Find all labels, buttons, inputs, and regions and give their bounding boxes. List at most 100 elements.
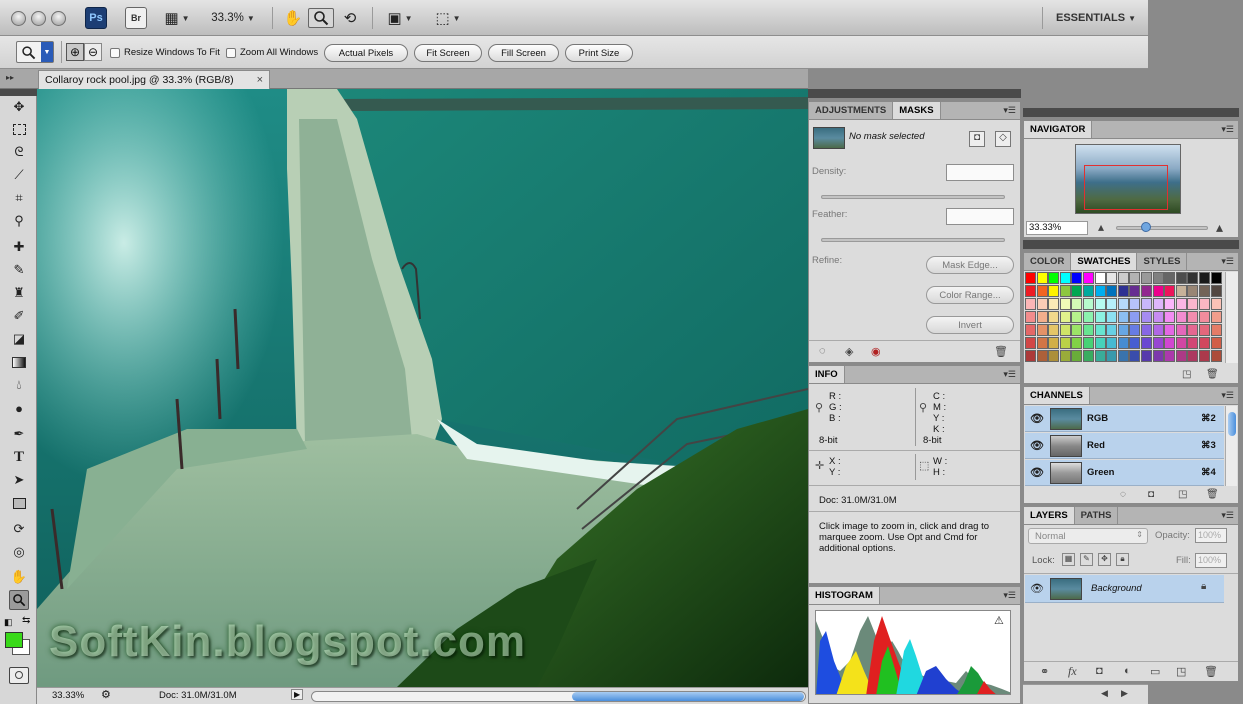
panel-menu-icon[interactable]: ▾☰ [1003,369,1016,380]
color-swatch[interactable] [1106,285,1118,297]
layer-style-icon[interactable]: fx [1068,664,1077,679]
scroll-right-icon[interactable]: ▶ [1121,688,1128,699]
disable-mask-icon[interactable]: ◉ [871,345,881,358]
color-swatch[interactable] [1129,337,1141,349]
vector-mask-icon[interactable]: ◇ [995,131,1011,147]
color-swatch[interactable] [1187,337,1199,349]
color-swatch[interactable] [1048,272,1060,284]
color-swatch[interactable] [1083,337,1094,349]
color-swatch[interactable] [1094,285,1106,297]
zoom-in-icon[interactable]: ⊕ [66,43,84,61]
color-swatch[interactable] [1059,324,1071,336]
panel-menu-icon[interactable]: ▾☰ [1003,105,1016,116]
hand-tool-icon[interactable]: ✋ [9,567,29,587]
color-swatch[interactable] [1025,324,1036,336]
color-swatch[interactable] [1094,298,1106,310]
hand-tool-icon[interactable]: ✋ [283,8,303,28]
marquee-tool-icon[interactable] [9,119,29,139]
color-swatch[interactable] [1117,324,1129,336]
eye-icon[interactable]: 👁︎ [1028,466,1046,479]
color-swatch[interactable] [1117,311,1129,323]
color-swatch[interactable] [1129,324,1141,336]
zoom-tool-icon[interactable] [9,590,29,610]
lock-transparency-icon[interactable]: ▦ [1062,553,1075,566]
status-zoom[interactable]: 33.33% [52,690,84,701]
tab-paths[interactable]: PATHS [1075,507,1119,524]
eyedropper-tool-icon[interactable]: ⚲ [9,211,29,231]
color-swatch[interactable] [1210,272,1222,284]
color-swatch[interactable] [1187,285,1199,297]
scrollbar-thumb[interactable] [1228,412,1236,436]
color-swatch[interactable] [1083,285,1094,297]
panel-dock-header[interactable] [1023,240,1239,249]
color-swatch[interactable] [1025,337,1036,349]
color-swatch[interactable] [1094,350,1106,362]
load-selection-icon[interactable]: ◌ [819,345,826,357]
color-swatch[interactable] [1094,272,1106,284]
color-swatch[interactable] [1152,272,1164,284]
pixel-mask-icon[interactable]: ◘ [969,131,985,147]
tab-styles[interactable]: STYLES [1137,253,1188,270]
save-selection-icon[interactable]: ◘ [1148,489,1154,500]
color-swatch[interactable] [1036,337,1048,349]
color-swatch[interactable] [1025,311,1036,323]
color-swatch[interactable] [1199,311,1210,323]
color-swatch[interactable] [1175,285,1187,297]
zoom-level-dropdown[interactable]: 33.3% ▼ [206,8,260,28]
color-swatch[interactable] [1141,350,1152,362]
resize-windows-checkbox[interactable]: Resize Windows To Fit [110,47,220,58]
tab-adjustments[interactable]: ADJUSTMENTS [809,102,894,119]
link-layers-icon[interactable]: ⚭ [1040,665,1049,678]
color-swatch[interactable] [1048,324,1060,336]
color-swatch[interactable] [1048,350,1060,362]
color-swatch[interactable] [1117,285,1129,297]
blur-tool-icon[interactable]: 💧︎ [9,375,29,395]
color-swatch[interactable] [1025,350,1036,362]
foreground-color-swatch[interactable] [5,632,23,648]
channel-row-red[interactable]: 👁︎ Red ⌘3 [1025,433,1224,459]
fill-field[interactable]: 100% [1195,553,1227,568]
close-document-icon[interactable]: × [257,74,263,86]
color-swatch[interactable] [1129,285,1141,297]
zoom-all-windows-checkbox[interactable]: Zoom All Windows [226,47,318,58]
color-swatch[interactable] [1025,298,1036,310]
color-swatch[interactable] [1164,311,1176,323]
color-swatch[interactable] [1175,324,1187,336]
color-swatch[interactable] [1083,324,1094,336]
tab-layers[interactable]: LAYERS [1024,507,1075,524]
color-swatch[interactable] [1210,298,1222,310]
color-swatch[interactable] [1071,272,1083,284]
quick-selection-tool-icon[interactable]: ⟋ [9,165,29,185]
color-swatch[interactable] [1048,285,1060,297]
trash-icon[interactable]: 🗑︎ [1206,369,1219,380]
tab-histogram[interactable]: HISTOGRAM [809,587,880,604]
color-swatch[interactable] [1036,324,1048,336]
color-swatch[interactable] [1071,311,1083,323]
tab-masks[interactable]: MASKS [893,102,941,119]
color-swatch[interactable] [1164,350,1176,362]
zoom-out-icon[interactable]: ⊖ [84,43,102,61]
color-swatch[interactable] [1083,298,1094,310]
color-swatch[interactable] [1071,298,1083,310]
channel-row-green[interactable]: 👁︎ Green ⌘4 [1025,460,1224,486]
minimize-window-button[interactable] [31,11,46,26]
healing-brush-tool-icon[interactable]: ✚ [9,237,29,257]
3d-rotate-tool-icon[interactable]: ⟳ [9,519,29,539]
color-swatch[interactable] [1106,324,1118,336]
screen-mode-button[interactable]: ⬚ ▼ [430,8,466,28]
color-swatch[interactable] [1117,272,1129,284]
color-swatch[interactable] [1071,350,1083,362]
eye-icon[interactable]: 👁︎ [1028,412,1046,425]
layer-row-background[interactable]: 👁︎ Background 🔒︎ [1025,575,1224,603]
zoom-in-icon[interactable]: ▴ [1216,219,1223,236]
color-swatch[interactable] [1036,272,1048,284]
eraser-tool-icon[interactable]: ◪ [9,329,29,349]
color-swatch[interactable] [1025,285,1036,297]
tools-header[interactable] [0,89,37,96]
color-swatch[interactable] [1106,350,1118,362]
layer-mask-icon[interactable]: ◘ [1096,665,1103,677]
color-swatch[interactable] [1164,285,1176,297]
gradient-tool-icon[interactable] [9,352,29,372]
dodge-tool-icon[interactable]: ● [9,398,29,418]
panel-dock-header[interactable] [1023,108,1239,117]
